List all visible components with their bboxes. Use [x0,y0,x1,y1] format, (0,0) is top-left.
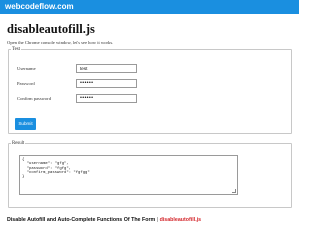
username-input[interactable]: test [76,64,137,73]
footer-text: Disable Autofill and Auto-Complete Funct… [7,217,156,223]
test-legend: Test [12,47,20,52]
footer-link[interactable]: disableautofill.js [160,217,202,223]
confirm-password-input[interactable]: •••••• [76,94,137,103]
site-logo[interactable]: webcodeflow.com [5,1,74,13]
password-label: Password [17,81,35,86]
username-label: Username [17,66,36,71]
resize-handle-icon[interactable] [232,189,236,193]
footer-credit: Disable Autofill and Auto-Complete Funct… [7,217,201,224]
intro-text: Open the Chrome console window, let's se… [7,40,114,45]
test-fieldset: Test [8,47,292,134]
submit-button[interactable]: Submit [15,118,36,130]
top-bar: webcodeflow.com [0,0,299,14]
page-title: disableautofill.js [7,22,95,36]
result-output-text: { "username": "gfg", "password": "fgfg",… [22,158,90,180]
password-input[interactable]: •••••• [76,79,137,88]
result-output-textarea[interactable]: { "username": "gfg", "password": "fgfg",… [19,155,238,195]
confirm-password-label: Confirm password [17,96,52,101]
result-legend: Result [12,141,25,146]
footer-separator: | [156,217,159,223]
